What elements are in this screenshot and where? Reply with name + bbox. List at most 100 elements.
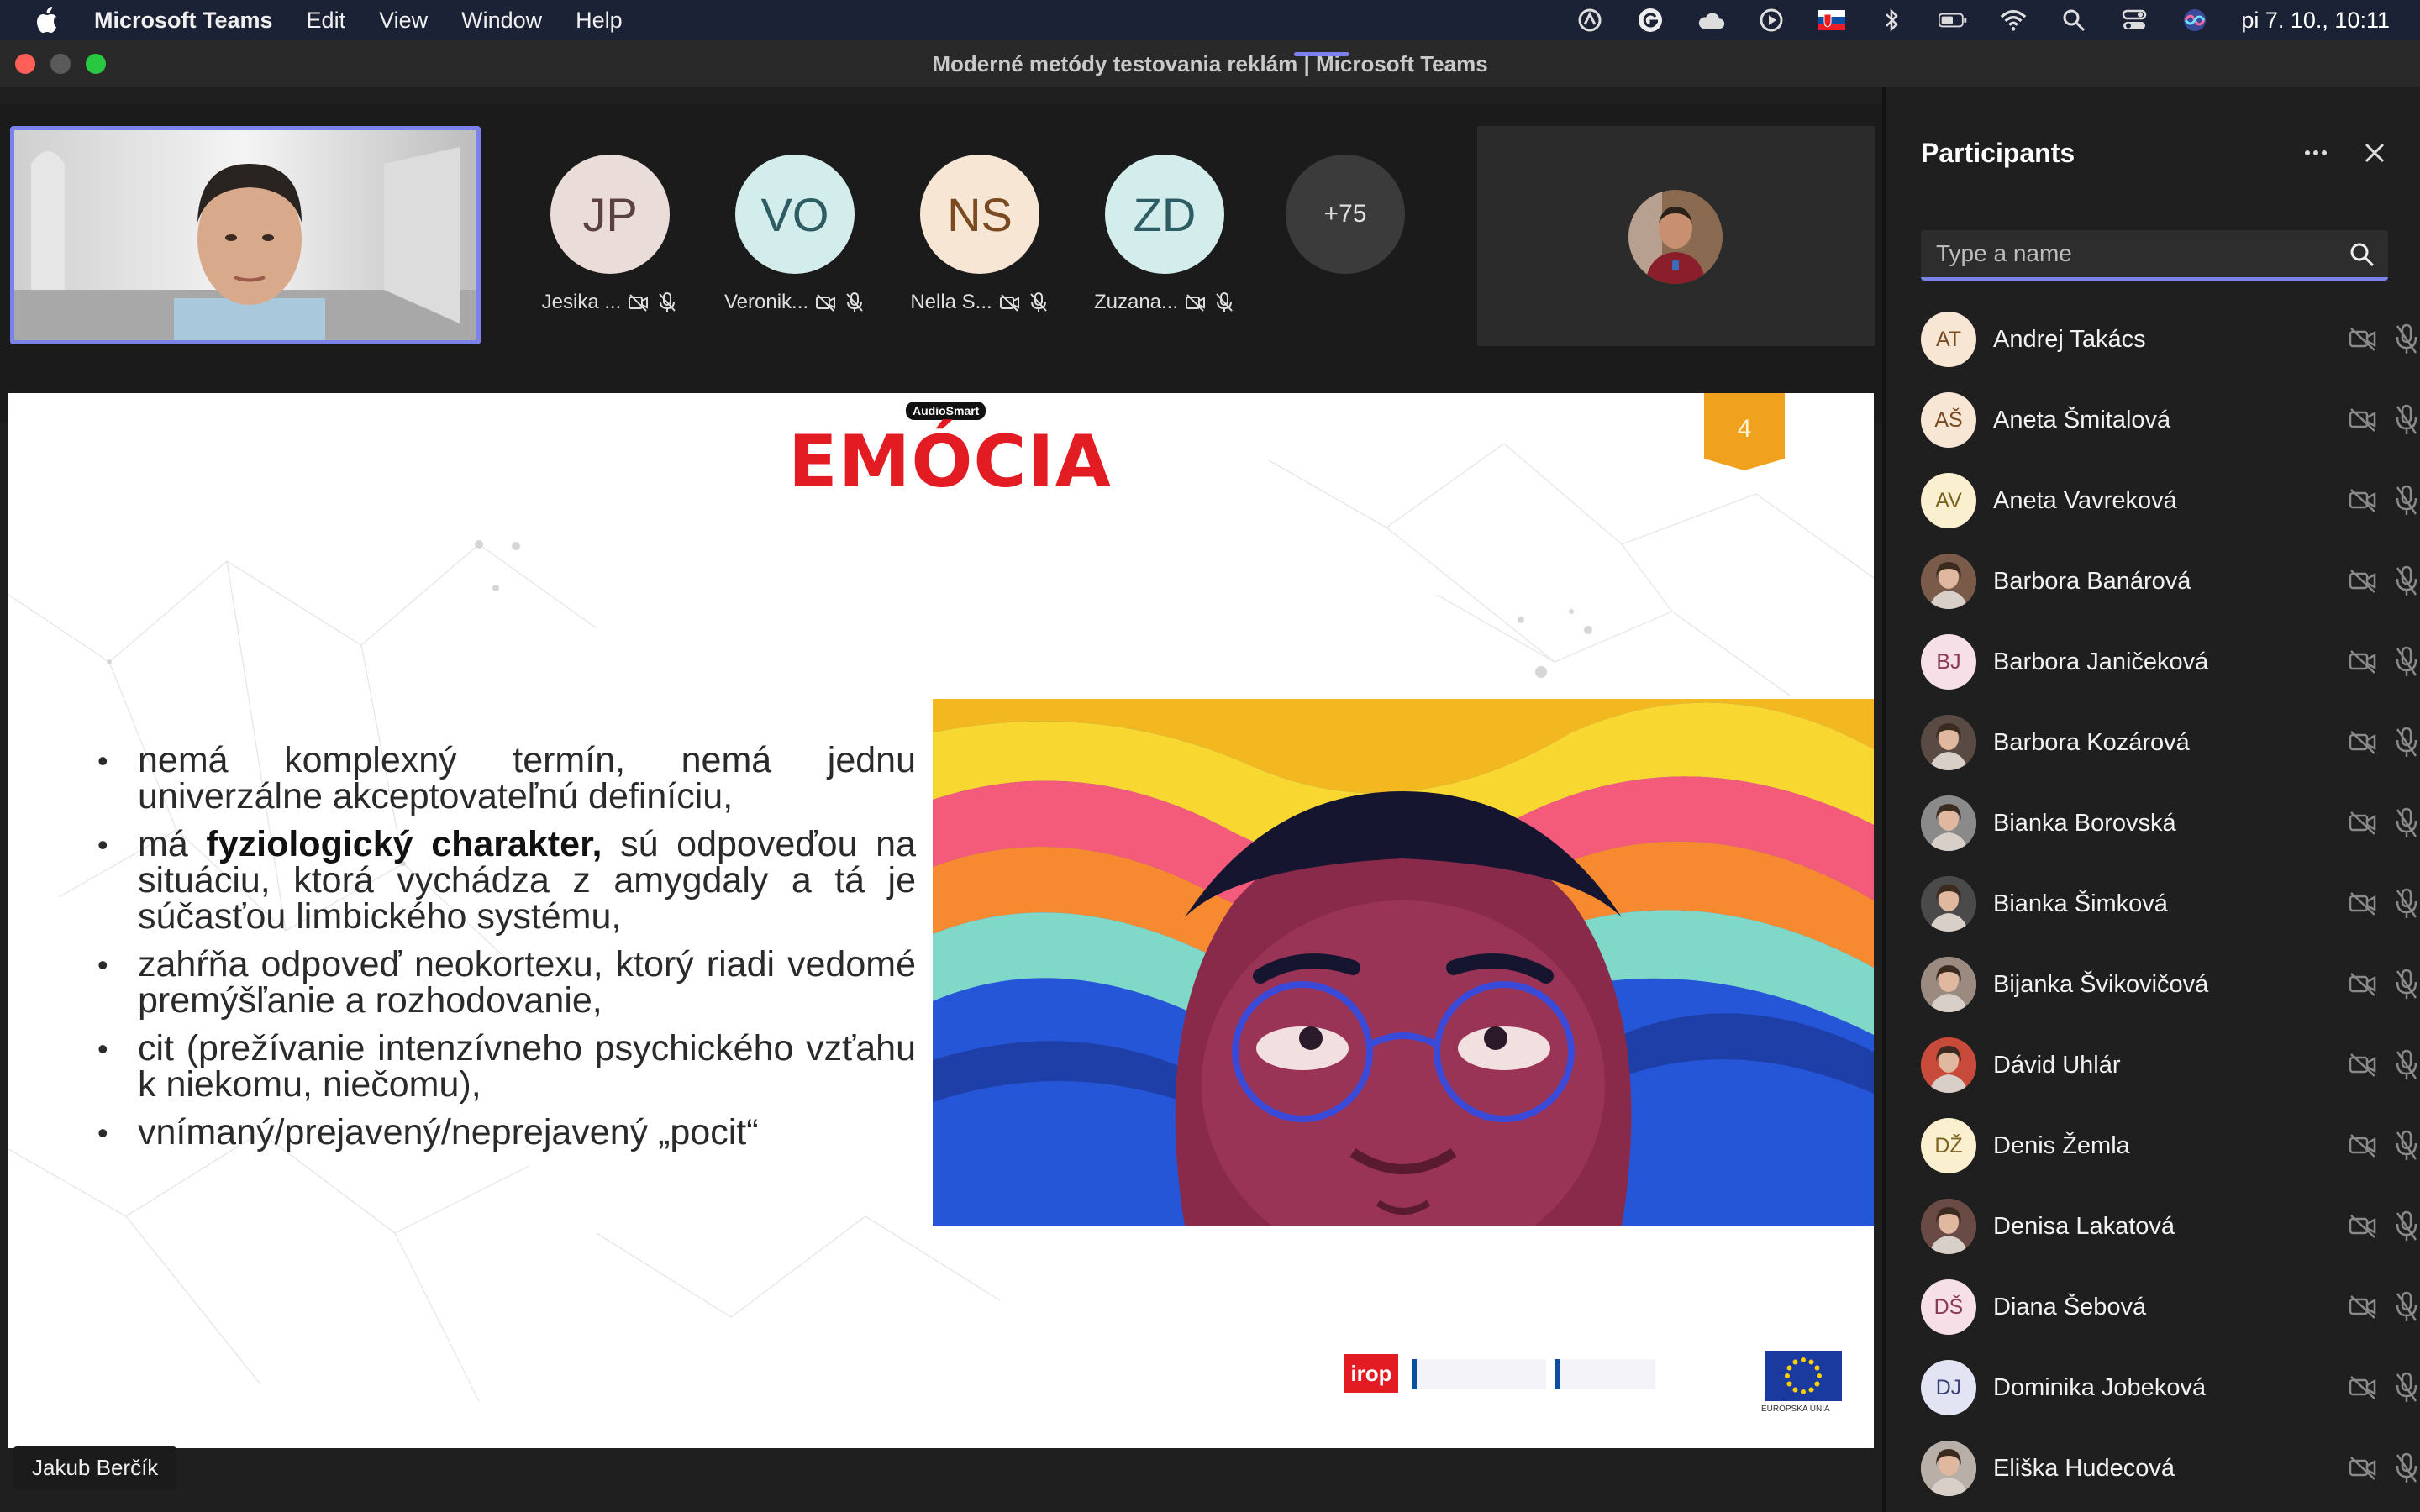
bullet-item: vnímaný/prejavený/neprejavený „pocit“ bbox=[92, 1115, 916, 1152]
mic-off-icon bbox=[844, 291, 865, 313]
participant-row[interactable]: DŠ Diana Šebová bbox=[1921, 1267, 2417, 1347]
search-box bbox=[1921, 230, 2388, 281]
camera-off-icon bbox=[2348, 1131, 2378, 1160]
avatar: DJ bbox=[1921, 1360, 1976, 1415]
participant-list: AT Andrej Takács AŠ Aneta Šmitalová AV Aneta … bbox=[1921, 299, 2417, 1509]
flag-slovakia-icon[interactable] bbox=[1818, 8, 1846, 33]
more-options-icon[interactable] bbox=[2297, 134, 2334, 171]
wifi-icon[interactable] bbox=[1999, 8, 2028, 33]
participant-name: Dominika Jobeková bbox=[1993, 1373, 2207, 1401]
menu-view[interactable]: View bbox=[379, 8, 428, 34]
participant-row[interactable]: Bijanka Švikovičová bbox=[1921, 944, 2417, 1025]
menu-help[interactable]: Help bbox=[576, 8, 623, 34]
mic-off-icon bbox=[2393, 806, 2420, 840]
avatar-initials: AŠ bbox=[1934, 407, 1963, 432]
search-input[interactable] bbox=[1936, 230, 2331, 277]
apple-logo-icon[interactable] bbox=[34, 6, 60, 34]
avatar: BJ bbox=[1921, 634, 1976, 690]
video-strip: JP Jesika ... VO Veronik... NS Nella S..… bbox=[0, 104, 1882, 423]
minimize-window-button[interactable] bbox=[50, 54, 71, 74]
menubar-clock[interactable]: pi 7. 10., 10:11 bbox=[2241, 8, 2390, 34]
avatar bbox=[1921, 876, 1976, 932]
speaker-name-label: Jakub Berčík bbox=[13, 1446, 177, 1489]
participant-row[interactable]: Barbora Kozárová bbox=[1921, 702, 2417, 783]
participant-tile-4[interactable]: ZD Zuzana... bbox=[1081, 155, 1249, 314]
accessibility-icon[interactable] bbox=[1576, 8, 1604, 33]
search-icon[interactable] bbox=[2348, 240, 2376, 269]
participant-name: Dávid Uhlár bbox=[1993, 1051, 2121, 1079]
bullet-item: má fyziologický charakter, sú odpoveďou … bbox=[92, 827, 916, 935]
self-video-tile[interactable] bbox=[10, 126, 481, 344]
participant-video-tile[interactable] bbox=[1477, 126, 1876, 346]
participant-row[interactable]: Dávid Uhlár bbox=[1921, 1025, 2417, 1105]
grammarly-icon[interactable] bbox=[1636, 8, 1665, 33]
mic-off-icon bbox=[2393, 1210, 2420, 1243]
audiosmart-logo: AudioSmart bbox=[906, 402, 986, 420]
mic-off-icon bbox=[2393, 1290, 2420, 1324]
camera-off-icon bbox=[999, 291, 1021, 313]
participant-row[interactable]: DJ Dominika Jobeková bbox=[1921, 1347, 2417, 1428]
participant-row[interactable]: Bianka Borovská bbox=[1921, 783, 2417, 864]
mic-off-icon bbox=[2393, 1371, 2420, 1404]
mic-off-icon bbox=[2393, 887, 2420, 921]
close-icon[interactable] bbox=[2356, 134, 2393, 171]
avatar bbox=[1921, 1037, 1976, 1093]
avatar bbox=[1921, 1441, 1976, 1496]
participant-tile-2[interactable]: VO Veronik... bbox=[711, 155, 879, 314]
emotion-illustration bbox=[933, 699, 1874, 1226]
participant-row[interactable]: AV Aneta Vavreková bbox=[1921, 460, 2417, 541]
participant-name: Aneta Vavreková bbox=[1993, 486, 2177, 514]
more-participants-button[interactable]: +75 bbox=[1286, 155, 1405, 274]
avatar: AT bbox=[1921, 312, 1976, 367]
avatar: DŠ bbox=[1921, 1279, 1976, 1335]
siri-icon[interactable] bbox=[2181, 8, 2209, 33]
participant-tile-1[interactable]: JP Jesika ... bbox=[526, 155, 694, 314]
participant-name: Denisa Lakatová bbox=[1993, 1212, 2175, 1240]
participant-row[interactable]: BJ Barbora Janičeková bbox=[1921, 622, 2417, 702]
bullet-item: cit (prežívanie intenzívneho psychického… bbox=[92, 1031, 916, 1103]
status-items: pi 7. 10., 10:11 bbox=[1576, 0, 2390, 40]
participant-name: Barbora Janičeková bbox=[1993, 648, 2209, 675]
funding-logos: irop EURÓPSKA ÚNIA bbox=[1344, 1351, 1849, 1435]
participant-name: Barbora Banárová bbox=[1993, 567, 2191, 595]
avatar-initials: DŠ bbox=[1933, 1294, 1964, 1319]
cloud-icon[interactable] bbox=[1697, 8, 1725, 33]
avatar-initials: BJ bbox=[1936, 649, 1961, 674]
menu-window[interactable]: Window bbox=[461, 8, 542, 34]
close-window-button[interactable] bbox=[15, 54, 35, 74]
mic-off-icon bbox=[1213, 291, 1235, 313]
control-center-icon[interactable] bbox=[2120, 8, 2149, 33]
window-controls bbox=[15, 54, 106, 74]
menu-app-name[interactable]: Microsoft Teams bbox=[94, 8, 273, 34]
play-icon[interactable] bbox=[1757, 8, 1786, 33]
avatar-initials: AV bbox=[1935, 488, 1962, 512]
menu-edit[interactable]: Edit bbox=[307, 8, 346, 34]
camera-off-icon bbox=[2348, 1373, 2378, 1402]
zoom-window-button[interactable] bbox=[86, 54, 106, 74]
avatar-initials: DJ bbox=[1935, 1375, 1962, 1399]
bluetooth-icon[interactable] bbox=[1878, 8, 1907, 33]
camera-off-icon bbox=[815, 291, 837, 313]
participant-name: Nella S... bbox=[910, 291, 992, 313]
mic-off-icon bbox=[2393, 1129, 2420, 1163]
avatar bbox=[1628, 190, 1723, 284]
spotlight-search-icon[interactable] bbox=[2060, 8, 2088, 33]
participant-name: Eliška Hudecová bbox=[1993, 1454, 2175, 1482]
avatar-initials: AT bbox=[1935, 327, 1962, 351]
camera-off-icon bbox=[2348, 1293, 2378, 1321]
camera-off-icon bbox=[2348, 1454, 2378, 1483]
drag-handle[interactable] bbox=[1294, 52, 1349, 56]
participant-row[interactable]: DŽ Denis Žemla bbox=[1921, 1105, 2417, 1186]
battery-icon[interactable] bbox=[1939, 8, 1967, 33]
bullet-item: nemá komplexný termín, nemá jednu univer… bbox=[92, 743, 916, 815]
participant-row[interactable]: Denisa Lakatová bbox=[1921, 1186, 2417, 1267]
participant-row[interactable]: Eliška Hudecová bbox=[1921, 1428, 2417, 1509]
participant-tile-3[interactable]: NS Nella S... bbox=[896, 155, 1064, 314]
participant-name: Aneta Šmitalová bbox=[1993, 406, 2171, 433]
irop-logo: irop bbox=[1344, 1354, 1398, 1393]
window-title: Moderné metódy testovania reklám | Micro… bbox=[932, 50, 1488, 76]
participant-row[interactable]: AT Andrej Takács bbox=[1921, 299, 2417, 380]
participant-row[interactable]: Bianka Šimková bbox=[1921, 864, 2417, 944]
participant-row[interactable]: AŠ Aneta Šmitalová bbox=[1921, 380, 2417, 460]
participant-row[interactable]: Barbora Banárová bbox=[1921, 541, 2417, 622]
